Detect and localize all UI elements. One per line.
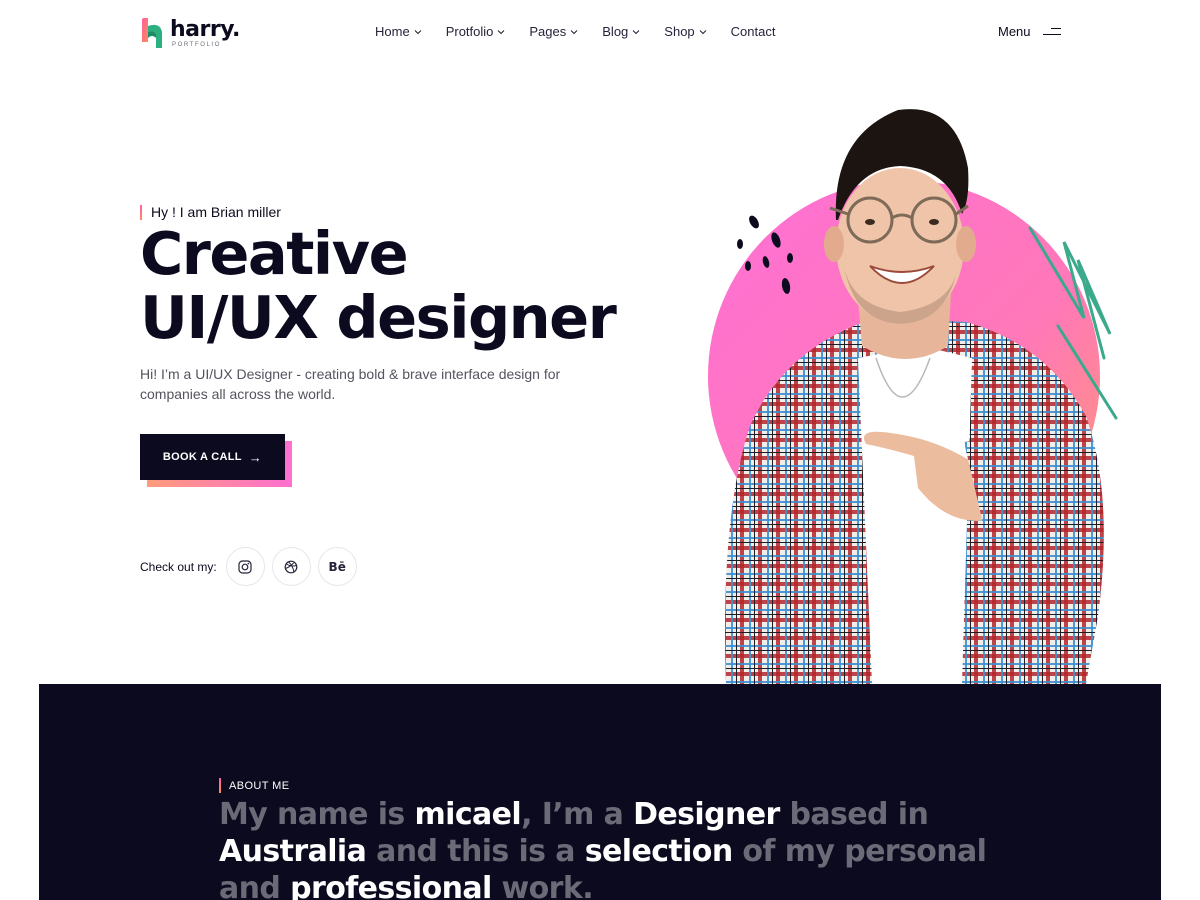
- chevron-down-icon: [570, 29, 578, 34]
- dribbble-icon: [284, 560, 298, 573]
- about-segment: work.: [491, 871, 594, 900]
- about-label-text: ABOUT ME: [229, 779, 290, 792]
- book-call-button-wrap: BOOK A CALL →: [140, 434, 292, 488]
- chevron-down-icon: [414, 29, 422, 34]
- hamburger-icon: [1042, 27, 1061, 37]
- accent-bar: [140, 204, 142, 220]
- hero-greeting: Hy ! I am Brian miller: [140, 204, 281, 220]
- hero-description: Hi! I’m a UI/UX Designer - creating bold…: [140, 366, 561, 402]
- nav-item-blog[interactable]: Blog: [602, 24, 640, 39]
- about-segment: My name is: [219, 797, 415, 832]
- behance-icon: Bē: [328, 559, 346, 574]
- nav-item-label: Protfolio: [445, 24, 494, 39]
- nav-item-label: Contact: [730, 24, 776, 39]
- about-segment: , I’m a: [521, 797, 634, 832]
- chevron-down-icon: [498, 29, 505, 34]
- nav-item-label: Shop: [664, 24, 695, 39]
- hero-portrait-image: [708, 109, 1118, 684]
- brand-name: harry.: [170, 16, 240, 42]
- nav-item-label: Pages: [529, 24, 567, 39]
- instagram-link[interactable]: [225, 547, 265, 586]
- greeting-text: Hy ! I am Brian miller: [151, 204, 281, 220]
- nav-item-label: Blog: [602, 24, 629, 39]
- brand-logo[interactable]: harry. PORTFOLIO: [140, 16, 240, 50]
- behance-link[interactable]: Bē: [317, 547, 357, 586]
- about-label: ABOUT ME: [219, 778, 289, 793]
- arrow-right-icon: →: [248, 449, 263, 465]
- about-segment: based in: [779, 797, 929, 832]
- hero-title: Creative UI/UX designer: [140, 219, 617, 352]
- about-segment: and this is a: [366, 834, 585, 869]
- socials-label: Check out my:: [140, 559, 217, 574]
- nav-item-portfolio[interactable]: Protfolio: [446, 24, 506, 39]
- about-highlight: micael: [414, 797, 522, 832]
- nav-item-shop[interactable]: Shop: [664, 24, 707, 39]
- book-call-button[interactable]: BOOK A CALL →: [140, 434, 285, 480]
- about-highlight: professional: [290, 871, 492, 900]
- nav-item-pages[interactable]: Pages: [529, 24, 578, 39]
- main-nav: Home Protfolio Pages Blog Shop Contact: [375, 24, 799, 39]
- about-highlight: Australia: [219, 834, 367, 869]
- dribbble-link[interactable]: [271, 547, 311, 586]
- menu-label: Menu: [998, 24, 1031, 39]
- menu-button[interactable]: Menu: [998, 24, 1061, 39]
- book-call-label: BOOK A CALL: [162, 451, 242, 463]
- site-header: harry. PORTFOLIO Home Protfolio Pages Bl…: [0, 0, 1200, 68]
- logo-mark-icon: [142, 18, 162, 48]
- hero-title-line1: Creative: [140, 219, 409, 288]
- nav-item-home[interactable]: Home: [375, 24, 422, 39]
- about-highlight: Designer: [633, 797, 780, 832]
- social-links: Check out my: Bē: [140, 547, 364, 586]
- about-statement: My name is micael, I’m a Designer based …: [219, 796, 1019, 900]
- brand-tagline: PORTFOLIO: [172, 41, 221, 48]
- nav-item-contact[interactable]: Contact: [731, 24, 776, 39]
- chevron-down-icon: [699, 29, 707, 34]
- nav-item-label: Home: [375, 24, 410, 39]
- hero-title-line2: UI/UX designer: [140, 283, 617, 352]
- about-highlight: selection: [584, 834, 733, 869]
- accent-bar: [219, 778, 221, 793]
- instagram-icon: [238, 559, 252, 574]
- about-section: ABOUT ME My name is micael, I’m a Design…: [39, 684, 1161, 900]
- chevron-down-icon: [632, 29, 640, 34]
